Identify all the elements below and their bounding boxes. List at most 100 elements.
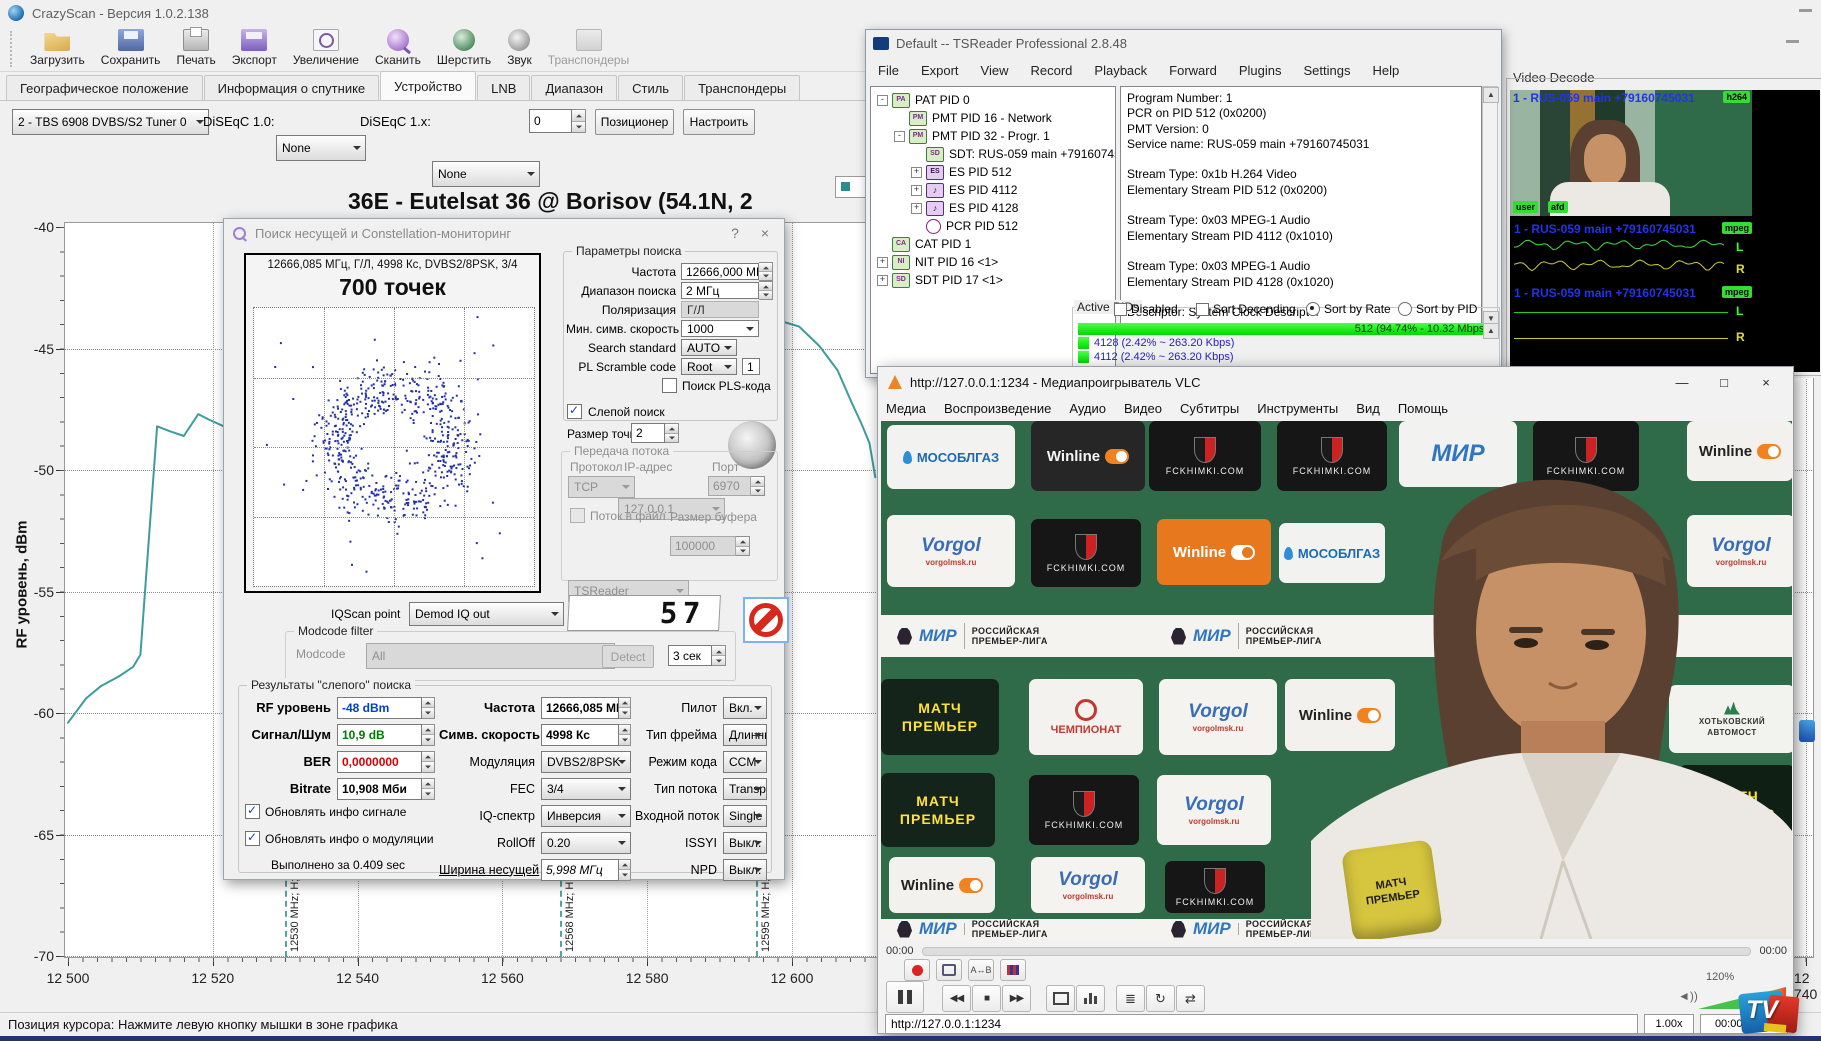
stop-playback-button[interactable]: ■ bbox=[972, 985, 1001, 1012]
menu-item[interactable]: Воспроизведение bbox=[944, 401, 1051, 416]
detect-period-stepper[interactable]: 3 сек bbox=[668, 645, 726, 666]
result-control[interactable]: 0,0000000 bbox=[337, 751, 422, 773]
record-button[interactable] bbox=[904, 959, 930, 981]
result-control[interactable]: Инверсия bbox=[541, 805, 631, 827]
tree-expander[interactable]: + bbox=[911, 185, 922, 196]
background-window-minimize[interactable] bbox=[1799, 9, 1812, 12]
tree-item[interactable]: PM PMT PID 16 - Network bbox=[871, 109, 1115, 127]
result-control[interactable]: 0.20 bbox=[541, 832, 631, 854]
menu-item[interactable]: Медиа bbox=[886, 401, 926, 416]
result-control[interactable]: Длинный bbox=[723, 724, 767, 746]
scroll-up-icon[interactable]: ▲ bbox=[1483, 87, 1499, 103]
update-signal-row[interactable]: Обновлять инфо сигнале bbox=[245, 804, 406, 819]
playback-rate[interactable]: 1.00x bbox=[1644, 1014, 1694, 1034]
tree-item[interactable]: + ♪ ES PID 4112 bbox=[871, 181, 1115, 199]
vlc-minimize-button[interactable]: — bbox=[1665, 371, 1699, 393]
result-control[interactable]: Single bbox=[723, 805, 767, 827]
stream-address-input[interactable] bbox=[885, 1014, 1638, 1034]
result-control[interactable]: Выкл. bbox=[723, 832, 767, 854]
next-button[interactable]: ▶▶ bbox=[1002, 985, 1031, 1012]
fullscreen-button[interactable] bbox=[1046, 985, 1075, 1012]
iqscan-select[interactable]: Demod IQ out bbox=[409, 602, 564, 626]
loop-button[interactable]: ↻ bbox=[1146, 985, 1175, 1012]
menu-item[interactable]: Playback bbox=[1094, 63, 1147, 78]
vlc-close-button[interactable]: × bbox=[1749, 371, 1783, 393]
tree-expander[interactable]: + bbox=[877, 275, 888, 286]
disabled-option[interactable]: Disabled bbox=[1114, 302, 1178, 316]
sort-by-pid-option[interactable]: Sort by PID bbox=[1398, 302, 1477, 316]
menu-item[interactable]: Settings bbox=[1303, 63, 1350, 78]
pls-search-row[interactable]: Поиск PLS-кода bbox=[662, 378, 771, 393]
sort-by-rate-radio[interactable] bbox=[1306, 302, 1320, 316]
result-control[interactable]: 5,998 МГц bbox=[541, 859, 619, 881]
result-control[interactable]: -48 dBm bbox=[337, 697, 422, 719]
tree-expander[interactable]: + bbox=[911, 167, 922, 178]
vlc-maximize-button[interactable]: □ bbox=[1707, 371, 1741, 393]
param-control[interactable]: 2 МГц bbox=[681, 282, 759, 299]
param-control[interactable]: Г/Л bbox=[681, 301, 759, 318]
seek-slider[interactable] bbox=[922, 947, 1752, 956]
menu-item[interactable]: Помощь bbox=[1398, 401, 1448, 416]
tree-expander[interactable]: + bbox=[877, 257, 888, 268]
result-control[interactable]: 4998 Кс bbox=[541, 724, 619, 746]
dialog-titlebar[interactable]: Поиск несущей и Constellation-мониторинг… bbox=[224, 219, 784, 247]
tree-expander[interactable] bbox=[911, 221, 922, 232]
bars-scroll-up-icon[interactable]: ▲ bbox=[1483, 323, 1499, 339]
menu-item[interactable]: Export bbox=[921, 63, 959, 78]
result-control[interactable]: CCM bbox=[723, 751, 767, 773]
result-control[interactable]: Вкл. bbox=[723, 697, 767, 719]
update-signal-checkbox[interactable] bbox=[245, 804, 260, 819]
tree-item[interactable]: - PM PMT PID 32 - Progr. 1 bbox=[871, 127, 1115, 145]
menu-item[interactable]: Forward bbox=[1169, 63, 1217, 78]
menu-item[interactable]: File bbox=[878, 63, 899, 78]
pid-rate-bar[interactable]: 4112 (2.42% ~ 263.20 Kbps) bbox=[1078, 351, 1492, 363]
tree-item[interactable]: PCR PID 512 bbox=[871, 217, 1115, 235]
result-control[interactable]: 10,908 Мби bbox=[337, 778, 422, 800]
update-modulation-row[interactable]: Обновлять инфо о модуляции bbox=[245, 831, 434, 846]
menu-item[interactable]: Субтитры bbox=[1180, 401, 1239, 416]
playlist-button[interactable]: ≣ bbox=[1116, 985, 1145, 1012]
menu-item[interactable]: View bbox=[981, 63, 1009, 78]
equalizer-button[interactable] bbox=[1076, 985, 1105, 1012]
result-control[interactable]: Transport bbox=[723, 778, 767, 800]
result-control[interactable]: 3/4 bbox=[541, 778, 631, 800]
tree-item[interactable]: SD SDT: RUS-059 main +79160745 bbox=[871, 145, 1115, 163]
param-control[interactable]: AUTO bbox=[681, 339, 737, 356]
snapshot-button[interactable] bbox=[936, 959, 962, 981]
tsreader-titlebar[interactable]: Default -- TSReader Professional 2.8.48 bbox=[866, 30, 1501, 56]
update-modulation-checkbox[interactable] bbox=[245, 831, 260, 846]
info-scrollbar[interactable]: ▲ ▼ bbox=[1482, 86, 1498, 328]
sort-descending-option[interactable]: Sort Decending bbox=[1196, 302, 1296, 316]
sort-by-pid-radio[interactable] bbox=[1398, 302, 1412, 316]
sort-descending-checkbox[interactable] bbox=[1196, 303, 1209, 316]
param-control[interactable]: Root bbox=[681, 358, 737, 375]
tree-item[interactable]: CA CAT PID 1 bbox=[871, 235, 1115, 253]
previous-button[interactable]: ◀◀ bbox=[942, 985, 971, 1012]
tree-expander[interactable]: + bbox=[911, 203, 922, 214]
desktop-blue-icon[interactable] bbox=[1799, 720, 1815, 742]
tree-expander[interactable]: - bbox=[877, 95, 888, 106]
tree-item[interactable]: + ♪ ES PID 4128 bbox=[871, 199, 1115, 217]
result-control[interactable]: 12666,085 МГ bbox=[541, 697, 619, 719]
tree-expander[interactable] bbox=[911, 149, 922, 160]
dialog-help-button[interactable]: ? bbox=[724, 223, 746, 243]
result-control[interactable]: 10,9 dB bbox=[337, 724, 422, 746]
menu-item[interactable]: Plugins bbox=[1239, 63, 1282, 78]
menu-item[interactable]: Инструменты bbox=[1257, 401, 1338, 416]
param-extra[interactable]: 1 bbox=[737, 358, 760, 375]
volume-icon[interactable]: ◄)) bbox=[1678, 989, 1698, 1003]
tree-expander[interactable] bbox=[894, 113, 905, 124]
pause-button[interactable] bbox=[886, 981, 924, 1013]
disabled-checkbox[interactable] bbox=[1114, 303, 1127, 316]
pls-search-checkbox[interactable] bbox=[662, 378, 677, 393]
stop-button[interactable] bbox=[743, 597, 789, 643]
point-size-stepper[interactable]: 2 bbox=[631, 423, 679, 443]
menu-item[interactable]: Record bbox=[1030, 63, 1072, 78]
pid-rate-bar[interactable]: 4128 (2.42% ~ 263.20 Kbps) bbox=[1078, 337, 1492, 349]
menu-item[interactable]: Аудио bbox=[1069, 401, 1106, 416]
shuffle-button[interactable]: ⇄ bbox=[1176, 985, 1205, 1012]
background-window2-minimize[interactable] bbox=[1786, 40, 1799, 43]
tree-item[interactable]: + ES ES PID 512 bbox=[871, 163, 1115, 181]
sort-by-rate-option[interactable]: Sort by Rate bbox=[1306, 302, 1391, 316]
param-control[interactable]: 12666,000 МГц bbox=[681, 263, 759, 280]
